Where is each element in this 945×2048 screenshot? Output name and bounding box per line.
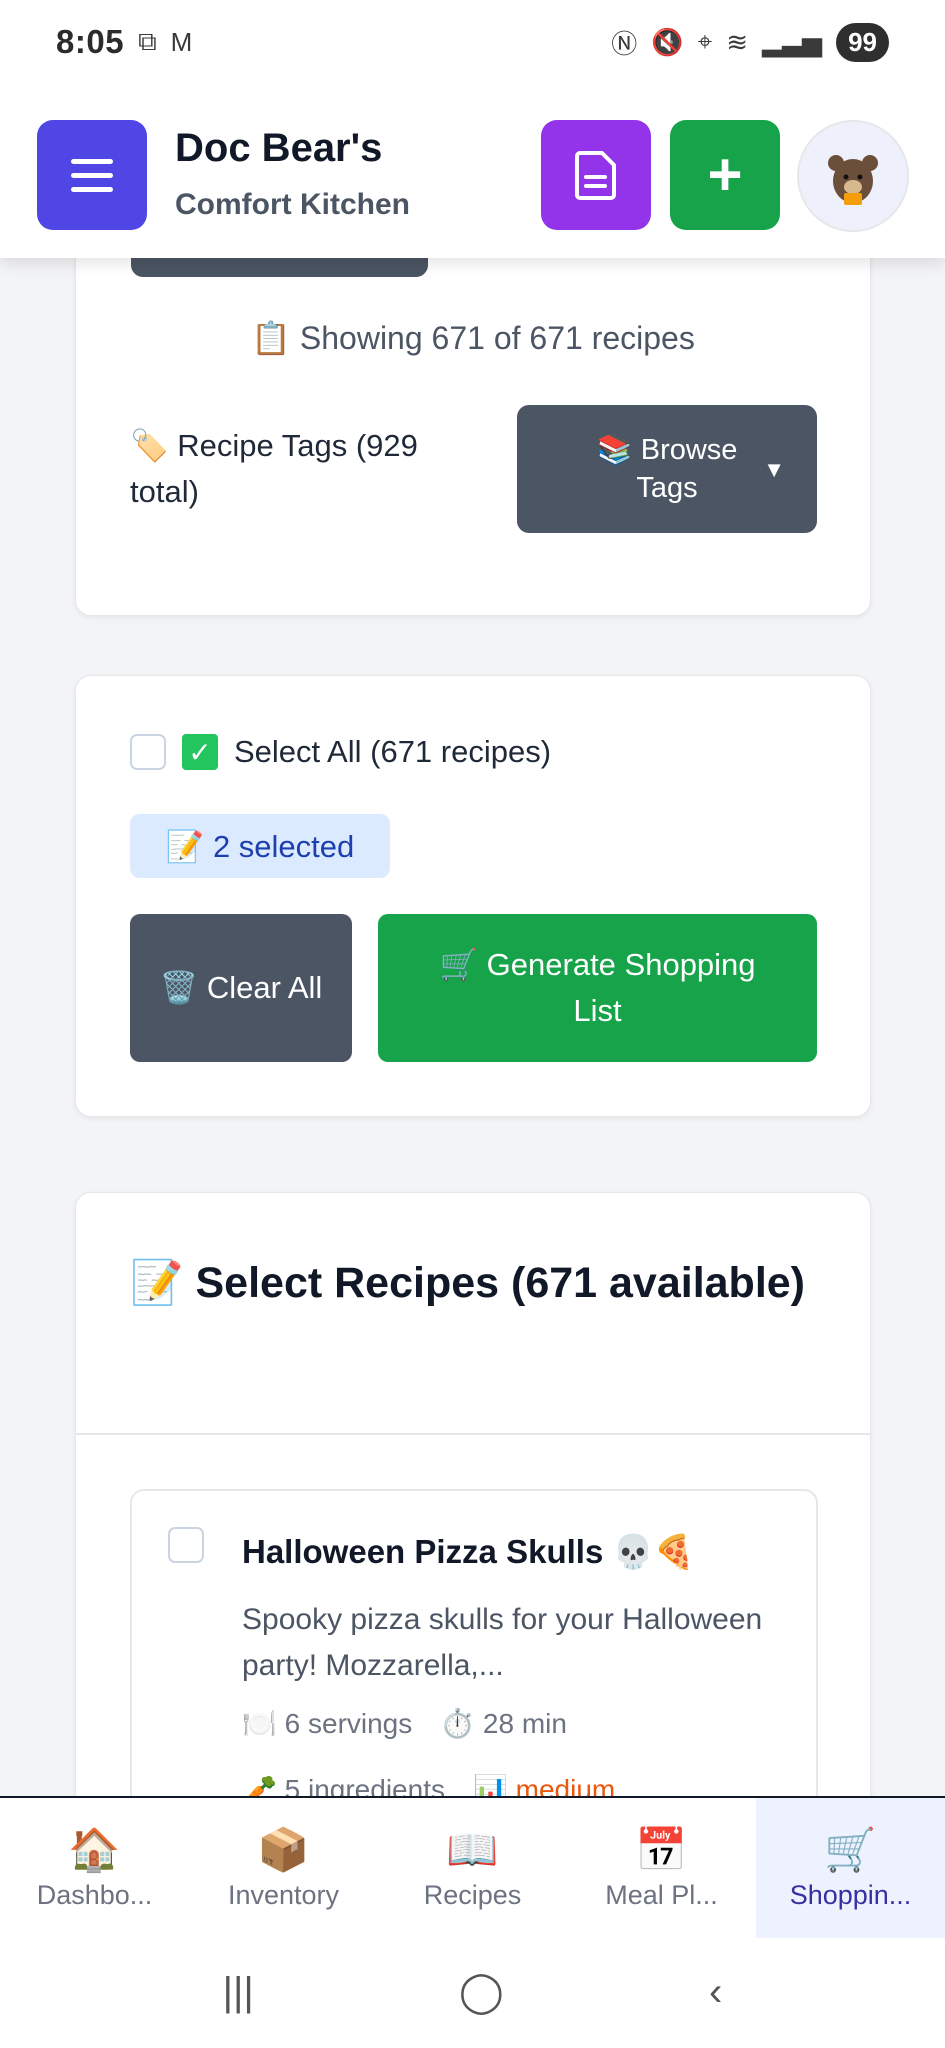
- divider: [76, 1433, 870, 1435]
- document-icon: [575, 151, 616, 200]
- selected-count-badge: 📝 2 selected: [130, 814, 390, 878]
- recipe-tags-label: 🏷️ Recipe Tags (929 total): [130, 428, 418, 509]
- filter-card: 📋 Showing 671 of 671 recipes 🏷️ Recipe T…: [75, 200, 871, 616]
- select-all-label: Select All (671 recipes): [234, 734, 552, 769]
- back-icon[interactable]: ‹: [709, 1970, 722, 2015]
- home-icon[interactable]: ◯: [459, 1969, 504, 2015]
- status-time: 8:05: [56, 23, 125, 60]
- menu-button[interactable]: [37, 120, 147, 230]
- hamburger-icon: [71, 158, 113, 164]
- package-icon: 📦: [257, 1825, 310, 1873]
- nav-dashboard[interactable]: 🏠 Dashbo...: [0, 1798, 189, 1938]
- brand-logo[interactable]: [797, 120, 909, 232]
- check-mark-icon: ✓: [182, 734, 218, 770]
- location-icon: ⌖: [697, 26, 713, 56]
- system-nav-bar: ||| ◯ ‹: [0, 1936, 945, 2048]
- status-bar: 8:05 ⧉ M Ⓝ 🔇 ⌖ ≋ ▂▃▅ 99: [0, 0, 945, 84]
- recipe-checkbox[interactable]: [168, 1527, 204, 1563]
- recipe-time: ⏱️ 28 min: [440, 1708, 567, 1739]
- add-button[interactable]: +: [670, 120, 780, 230]
- generate-shopping-list-button[interactable]: 🛒 Generate Shopping List: [378, 914, 817, 1062]
- gmail-icon: M: [170, 26, 193, 57]
- select-all-row[interactable]: ✓ Select All (671 recipes): [130, 734, 551, 770]
- nav-label: Recipes: [423, 1879, 522, 1910]
- battery-indicator: 99: [836, 22, 889, 62]
- cart-icon: 🛒: [824, 1825, 877, 1873]
- nav-label: Shoppin...: [789, 1879, 912, 1910]
- recipe-count-text: 📋 Showing 671 of 671 recipes: [251, 320, 695, 356]
- nav-recipes[interactable]: 📖 Recipes: [378, 1798, 567, 1938]
- clear-all-button[interactable]: 🗑️ Clear All: [130, 914, 352, 1062]
- bear-logo-icon: [802, 125, 904, 227]
- recent-apps-icon[interactable]: |||: [223, 1970, 254, 2015]
- recipe-name: Halloween Pizza Skulls 💀🍕: [242, 1533, 695, 1570]
- bottom-nav: 🏠 Dashbo... 📦 Inventory 📖 Recipes 📅 Meal…: [0, 1796, 945, 1938]
- recipe-meta: 🍽️ 6 servings ⏱️ 28 min: [242, 1707, 567, 1740]
- house-icon: 🏠: [68, 1825, 121, 1873]
- wifi-icon: ≋: [726, 26, 749, 57]
- mute-icon: 🔇: [651, 26, 684, 57]
- screenshot-icon: ⧉: [138, 26, 157, 56]
- recipe-list-item[interactable]: Halloween Pizza Skulls 💀🍕 Spooky pizza s…: [130, 1489, 818, 1811]
- nav-shopping[interactable]: 🛒 Shoppin...: [756, 1798, 945, 1938]
- recipe-description: Spooky pizza skulls for your Halloween p…: [242, 1603, 763, 1682]
- recipes-card: 📝 Select Recipes (671 available) Hallowe…: [75, 1192, 871, 1812]
- app-header: Doc Bear's Comfort Kitchen +: [0, 84, 945, 258]
- nfc-icon: Ⓝ: [611, 28, 638, 59]
- browse-tags-label: 📚 Browse Tags: [596, 434, 738, 504]
- selection-card: ✓ Select All (671 recipes) 📝 2 selected …: [75, 675, 871, 1117]
- recipe-servings: 🍽️ 6 servings: [242, 1708, 413, 1739]
- nav-label: Dashbo...: [36, 1879, 153, 1910]
- browse-tags-button[interactable]: 📚 Browse Tags ▼: [517, 405, 817, 533]
- signal-icon: ▂▃▅: [762, 26, 823, 57]
- nav-inventory[interactable]: 📦 Inventory: [189, 1798, 378, 1938]
- select-all-checkbox[interactable]: [130, 734, 166, 770]
- plus-icon: +: [707, 141, 743, 208]
- nav-meal-plan[interactable]: 📅 Meal Pl...: [567, 1798, 756, 1938]
- book-icon: 📖: [446, 1825, 499, 1873]
- calendar-icon: 📅: [635, 1825, 688, 1873]
- app-subtitle: Comfort Kitchen: [175, 188, 410, 221]
- document-button[interactable]: [541, 120, 651, 230]
- caret-down-icon: ▼: [763, 457, 785, 482]
- nav-label: Meal Pl...: [605, 1879, 718, 1910]
- nav-label: Inventory: [227, 1879, 340, 1910]
- app-title: Doc Bear's: [175, 126, 383, 170]
- select-recipes-heading: 📝 Select Recipes (671 available): [130, 1259, 806, 1307]
